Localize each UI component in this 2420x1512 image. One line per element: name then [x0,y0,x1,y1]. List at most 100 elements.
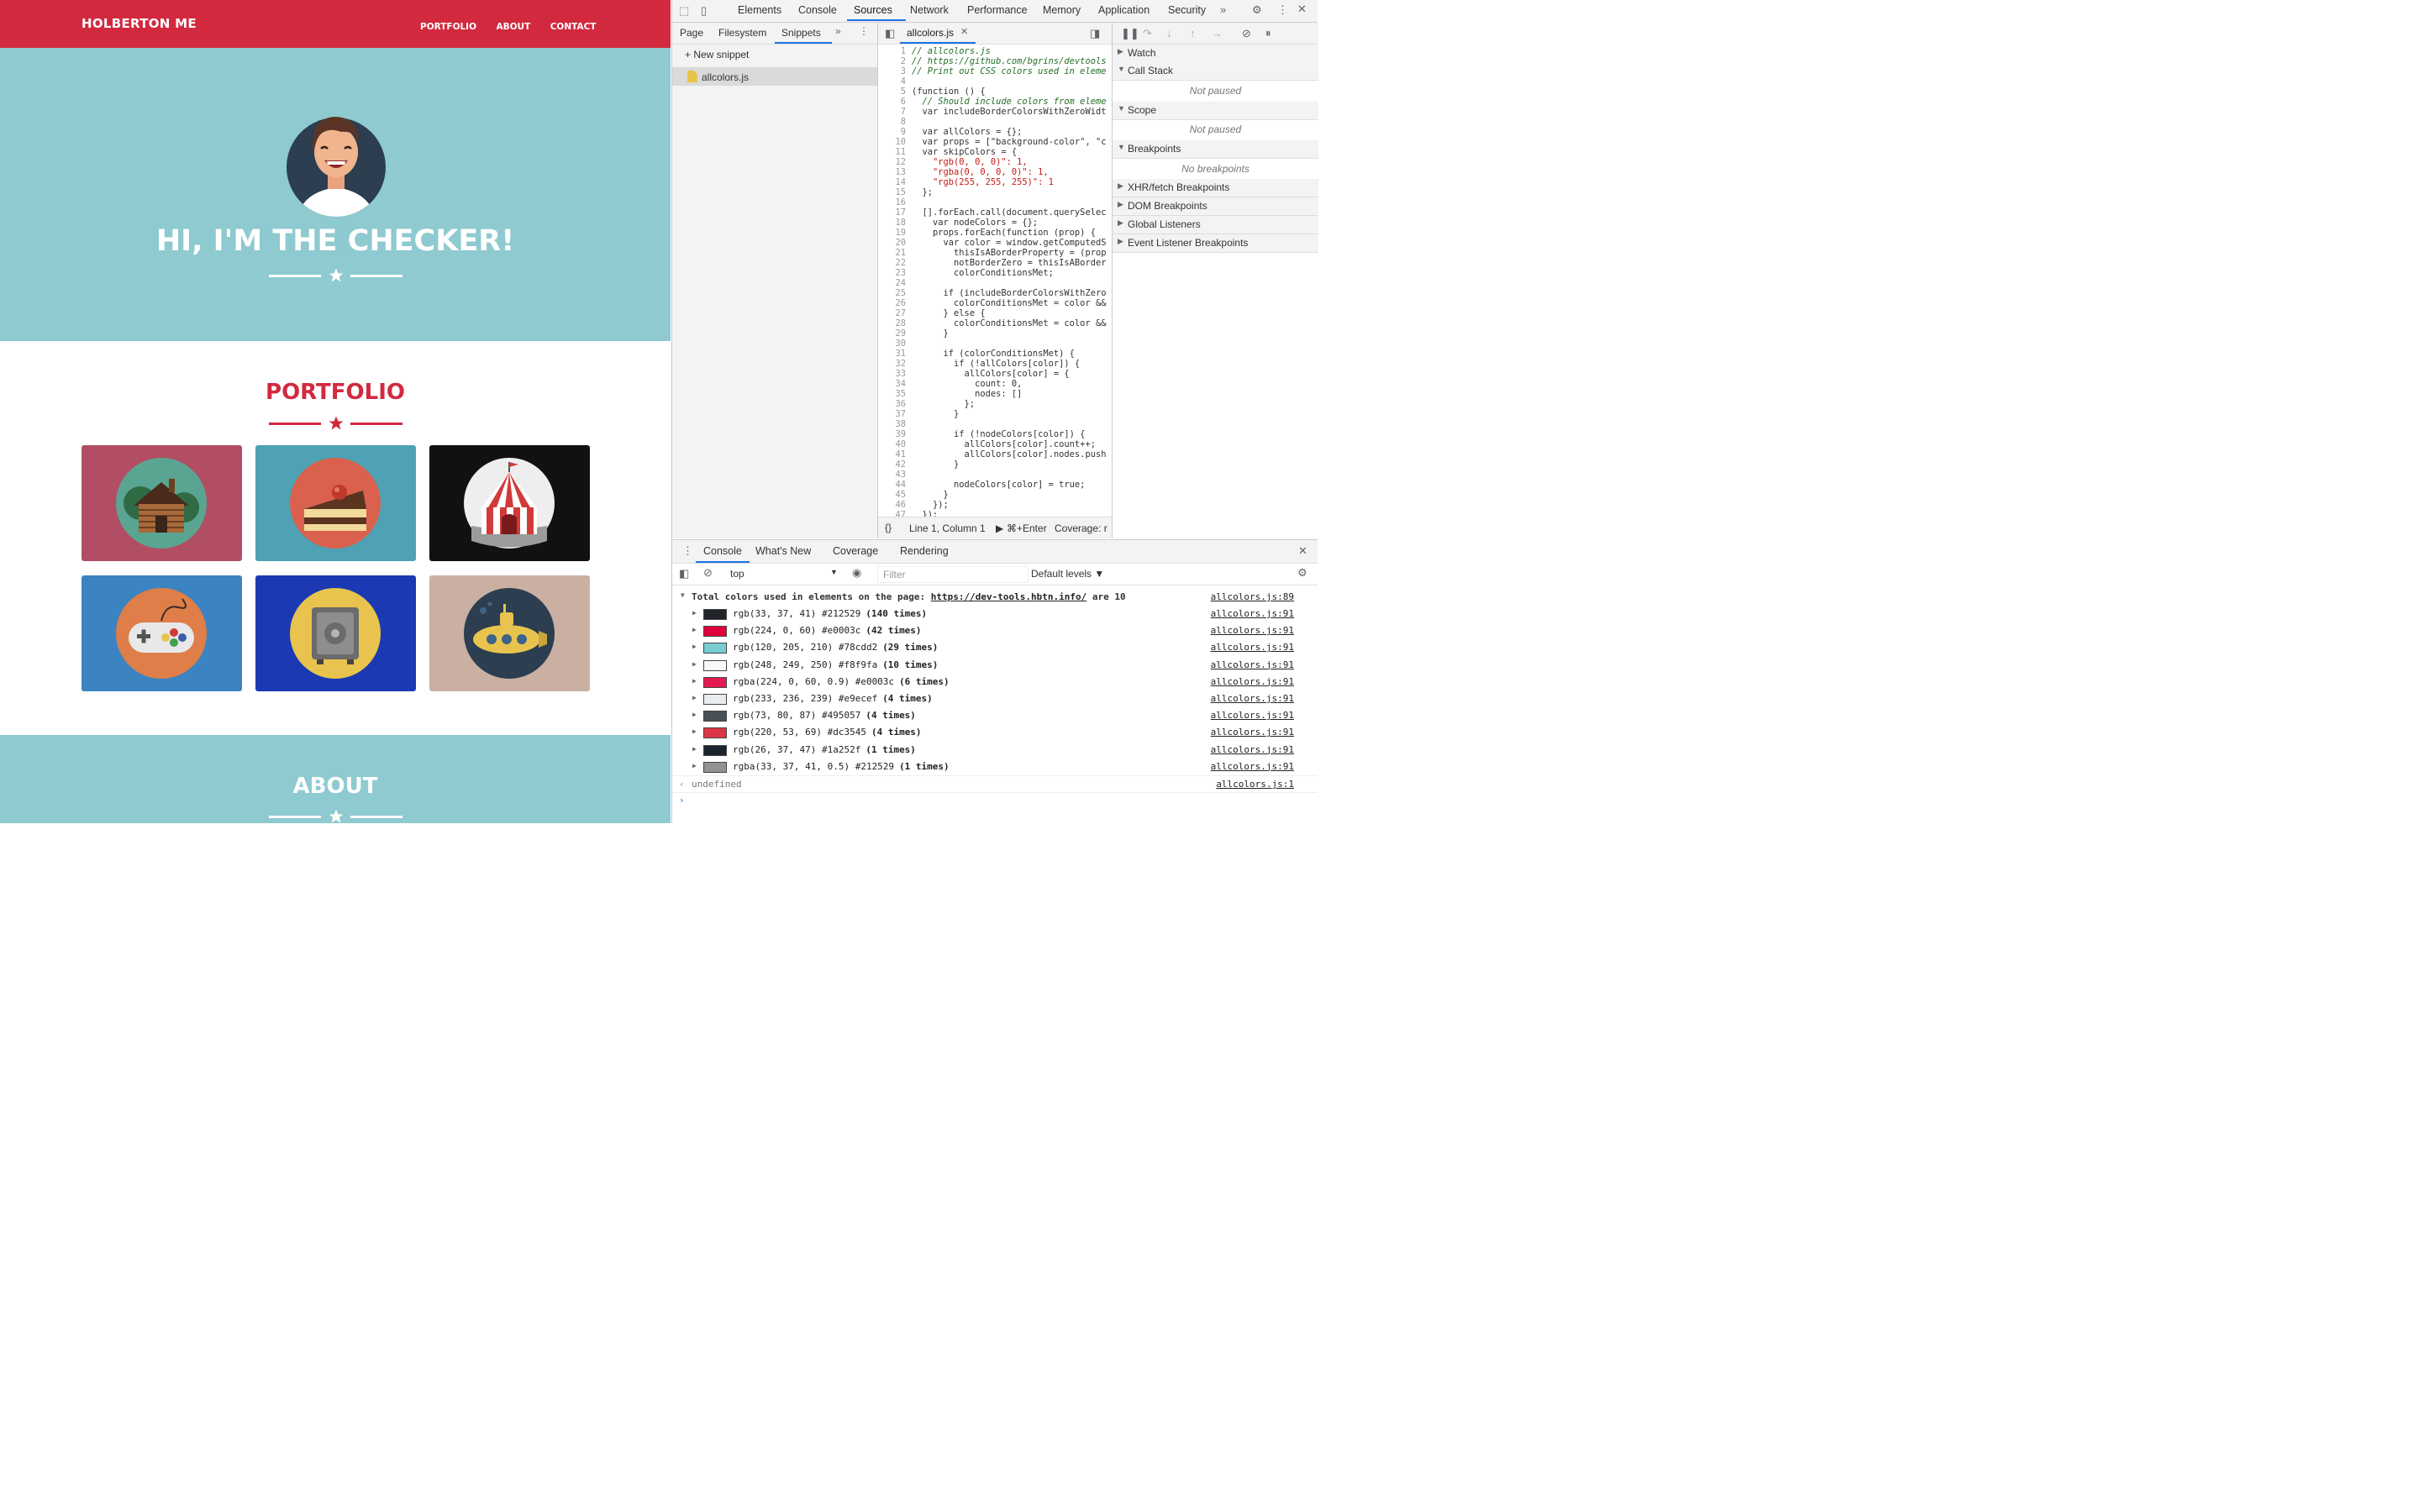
eye-icon[interactable]: ◉ [852,566,861,580]
line-number[interactable]: 40 [878,439,912,449]
editor-tab-allcolors[interactable]: allcolors.js [907,27,954,39]
console-color-entry[interactable]: ▶ rgb(26, 37, 47) #1a252f (1 times) allcolo… [672,742,1318,759]
more-options-icon[interactable]: ⋮ [859,25,869,37]
line-number[interactable]: 26 [878,298,912,308]
console-color-entry[interactable]: ▶ rgb(120, 205, 210) #78cdd2 (29 times) all… [672,639,1318,656]
line-number[interactable]: 7 [878,107,912,117]
portfolio-item-circus[interactable] [429,445,590,561]
portfolio-item-safe[interactable] [255,575,416,691]
tab-memory[interactable]: Memory [1043,4,1081,16]
line-number[interactable]: 1 [878,46,912,56]
expand-icon[interactable]: ▶ [692,643,697,650]
line-number[interactable]: 32 [878,359,912,369]
section-xhr-breakpoints[interactable]: ▶ XHR/fetch Breakpoints [1113,179,1318,197]
close-icon[interactable]: ✕ [1297,3,1307,16]
portfolio-item-submarine[interactable] [429,575,590,691]
source-link[interactable]: allcolors.js:91 [1211,761,1294,772]
run-shortcut[interactable]: ⌘+Enter [1007,522,1047,534]
line-number[interactable]: 16 [878,197,912,207]
expand-icon[interactable]: ▶ [692,660,697,668]
sidebar-toggle-icon[interactable]: ◧ [679,567,689,580]
section-dom-breakpoints[interactable]: ▶ DOM Breakpoints [1113,197,1318,216]
line-number[interactable]: 21 [878,248,912,258]
section-scope[interactable]: ▼ Scope [1113,102,1318,120]
console-color-entry[interactable]: ▶ rgba(224, 0, 60, 0.9) #e0003c (6 times) a… [672,674,1318,690]
expand-icon[interactable]: ▶ [692,727,697,735]
line-number[interactable]: 42 [878,459,912,470]
tab-filesystem[interactable]: Filesystem [718,27,766,39]
run-snippet-icon[interactable]: ▶ [996,522,1003,534]
console-color-entry[interactable]: ▶ rgb(233, 236, 239) #e9ecef (4 times) allc… [672,690,1318,707]
section-breakpoints[interactable]: ▼ Breakpoints [1113,140,1318,159]
new-snippet-button[interactable]: + New snippet [685,49,749,60]
line-number[interactable]: 35 [878,389,912,399]
line-number[interactable]: 13 [878,167,912,177]
gear-icon[interactable]: ⚙ [1252,3,1262,17]
section-event-listener-breakpoints[interactable]: ▶ Event Listener Breakpoints [1113,234,1318,253]
line-number[interactable]: 15 [878,187,912,197]
drawer-tab-whats-new[interactable]: What's New [755,545,811,557]
line-number[interactable]: 34 [878,379,912,389]
chevron-down-icon[interactable]: ▼ [830,568,838,576]
line-number[interactable]: 3 [878,66,912,76]
line-number[interactable]: 18 [878,218,912,228]
source-link[interactable]: allcolors.js:91 [1211,693,1294,704]
expand-icon[interactable]: ▶ [692,711,697,718]
nav-link-contact[interactable]: CONTACT [550,22,597,32]
console-summary-row[interactable]: ▼ Total colors used in elements on the p… [672,589,1318,606]
expand-icon[interactable]: ▶ [692,677,697,685]
pause-on-exceptions-icon[interactable]: ⏸ [1265,27,1271,40]
portfolio-item-game[interactable] [82,575,242,691]
line-number[interactable]: 22 [878,258,912,268]
toggle-debugger-icon[interactable]: ◨ [1090,27,1100,40]
expand-icon[interactable]: ▶ [692,694,697,701]
code-content[interactable]: 1// allcolors.js 2// https://github.com/b… [878,46,1112,517]
step-out-icon[interactable]: ↑ [1190,27,1196,39]
line-number[interactable]: 43 [878,470,912,480]
expand-icon[interactable]: ▶ [692,762,697,769]
source-link[interactable]: allcolors.js:1 [1216,779,1294,790]
gear-icon[interactable]: ⚙ [1297,566,1307,580]
line-number[interactable]: 19 [878,228,912,238]
tab-application[interactable]: Application [1098,4,1150,16]
pause-icon[interactable]: ❚❚ [1121,27,1139,40]
close-tab-icon[interactable]: ✕ [960,26,968,37]
source-link[interactable]: allcolors.js:91 [1211,642,1294,653]
drawer-menu-icon[interactable]: ⋮ [682,544,693,558]
snippet-file-item[interactable]: allcolors.js [672,67,877,86]
close-drawer-icon[interactable]: ✕ [1298,544,1307,558]
line-number[interactable]: 2 [878,56,912,66]
log-levels-dropdown[interactable]: Default levels ▼ [1031,568,1104,580]
drawer-tab-coverage[interactable]: Coverage [833,545,878,557]
line-number[interactable]: 14 [878,177,912,187]
console-prompt[interactable]: › [672,792,1318,810]
more-options-icon[interactable]: ⋮ [1277,3,1288,17]
console-color-entry[interactable]: ▶ rgb(248, 249, 250) #f8f9fa (10 times) all… [672,657,1318,674]
filter-input[interactable]: Filter [877,566,1028,583]
console-color-entry[interactable]: ▶ rgb(33, 37, 41) #212529 (140 times) allco… [672,606,1318,622]
tab-network[interactable]: Network [910,4,949,16]
tab-performance[interactable]: Performance [967,4,1028,16]
expand-icon[interactable]: ▶ [692,609,697,617]
line-number[interactable]: 23 [878,268,912,278]
line-number[interactable]: 30 [878,339,912,349]
line-number[interactable]: 45 [878,490,912,500]
line-number[interactable]: 11 [878,147,912,157]
line-number[interactable]: 10 [878,137,912,147]
tab-console[interactable]: Console [798,4,837,16]
section-global-listeners[interactable]: ▶ Global Listeners [1113,216,1318,234]
line-number[interactable]: 46 [878,500,912,510]
source-link[interactable]: allcolors.js:91 [1211,744,1294,755]
toggle-navigator-icon[interactable]: ◧ [885,27,895,40]
line-number[interactable]: 12 [878,157,912,167]
console-color-entry[interactable]: ▶ rgb(73, 80, 87) #495057 (4 times) allcolo… [672,707,1318,724]
line-number[interactable]: 33 [878,369,912,379]
source-link[interactable]: allcolors.js:91 [1211,659,1294,670]
line-number[interactable]: 24 [878,278,912,288]
portfolio-item-cabin[interactable] [82,445,242,561]
line-number[interactable]: 36 [878,399,912,409]
section-call-stack[interactable]: ▼ Call Stack [1113,62,1318,81]
drawer-tab-rendering[interactable]: Rendering [900,545,949,557]
section-watch[interactable]: ▶ Watch [1113,45,1318,63]
console-color-entry[interactable]: ▶ rgb(224, 0, 60) #e0003c (42 times) allcol… [672,622,1318,639]
